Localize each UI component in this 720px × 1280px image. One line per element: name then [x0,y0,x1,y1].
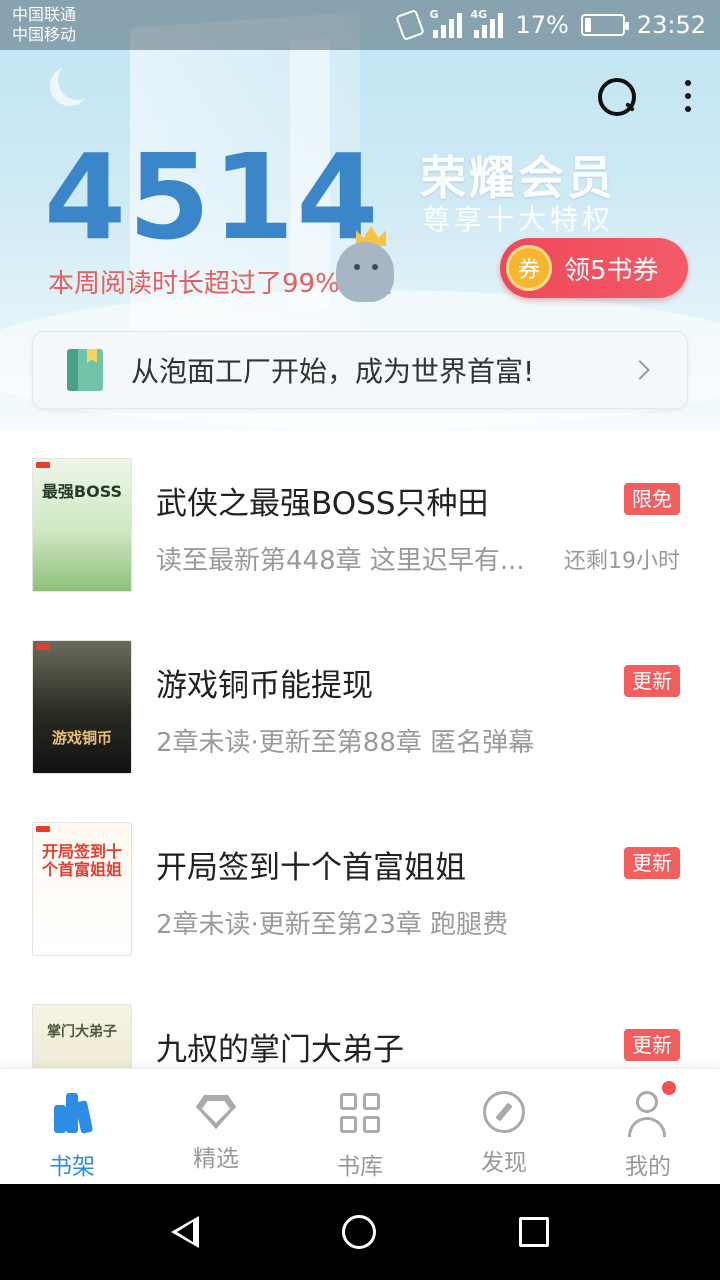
chevron-right-icon [630,360,650,380]
book-badge: 更新 [624,1029,680,1061]
vip-subtitle[interactable]: 尊享十大特权 [422,198,614,238]
bookshelf-icon [48,1089,96,1137]
book-cover-title: 游戏铜币 [51,729,112,747]
system-navigation-bar [0,1184,720,1280]
status-icons: G 4G 17% 23:52 [395,0,706,50]
nav-label-bookshelf: 书架 [49,1154,95,1180]
book-title[interactable]: 游戏铜币能提现 [156,660,373,705]
book-title[interactable]: 九叔的掌门大弟子 [156,1024,404,1068]
nav-bookshelf[interactable]: 书架 [0,1069,144,1184]
book-item[interactable]: 开局签到十个首富姐姐 开局签到十个首富姐姐 2章未读·更新至第23章 跑腿费 更… [0,804,720,986]
book-badge: 更新 [624,847,680,879]
back-icon[interactable] [171,1216,200,1248]
user-icon [624,1089,672,1137]
recommendation-text: 从泡面工厂开始，成为世界首富! [131,355,535,388]
diamond-icon [196,1095,236,1129]
nav-label-featured: 精选 [193,1146,239,1172]
claim-coupon-button[interactable]: 券 领5书券 [500,238,688,298]
header-actions [596,76,692,116]
coupon-label: 领5书券 [564,255,659,286]
book-cover-title: 掌门大弟子 [47,1024,117,1040]
book-progress: 读至最新第448章 这里迟早有... [156,546,525,576]
book-title[interactable]: 武侠之最强BOSS只种田 [156,478,488,523]
carrier-2: 中国移动 [12,25,77,44]
book-item[interactable]: 游戏铜币 游戏铜币能提现 2章未读·更新至第88章 匿名弹幕 更新 [0,622,720,804]
coupon-icon: 券 [506,245,552,291]
notification-dot [662,1081,676,1095]
book-progress: 2章未读·更新至第23章 跑腿费 [156,910,509,940]
book-badge: 更新 [624,665,680,697]
nav-label-profile: 我的 [625,1154,671,1180]
signal-icon-1: G [429,8,463,38]
recommendation-banner[interactable]: 从泡面工厂开始，成为世界首富! [32,331,688,409]
moon-decoration [58,60,98,100]
recent-apps-icon[interactable] [518,1217,549,1247]
grid-icon [336,1089,384,1137]
nav-featured[interactable]: 精选 [144,1069,288,1184]
bottom-navigation: 书架 精选 书库 发现 我的 [0,1068,720,1184]
network-type-2: 4G [470,8,488,21]
book-icon [67,349,103,391]
book-progress: 2章未读·更新至第88章 匿名弹幕 [156,728,535,758]
battery-icon [580,14,629,36]
nav-label-discover: 发现 [481,1150,527,1176]
book-time-remaining: 还剩19小时 [564,549,680,574]
book-cover[interactable]: 开局签到十个首富姐姐 [32,822,132,956]
compass-icon [483,1091,525,1133]
nav-discover[interactable]: 发现 [432,1069,576,1184]
network-type-1: G [429,8,439,21]
book-cover[interactable]: 掌门大弟子 [32,1004,132,1068]
battery-percent: 17% [515,11,569,39]
clock: 23:52 [636,11,706,39]
mascot-illustration [330,222,400,302]
book-item[interactable]: 掌门大弟子 九叔的掌门大弟子 更新 [0,986,720,1068]
book-title[interactable]: 开局签到十个首富姐姐 [156,842,466,887]
book-cover-title: 开局签到十个首富姐姐 [41,842,122,879]
search-icon[interactable] [596,76,636,116]
carrier-1: 中国联通 [12,5,77,24]
book-cover-title: 最强BOSS [41,482,123,501]
status-bar: 中国联通 中国移动 G 4G 17% 23:52 [0,0,720,50]
vibrate-icon [395,9,426,41]
nav-library[interactable]: 书库 [288,1069,432,1184]
nav-label-library: 书库 [337,1154,383,1180]
carrier-names: 中国联通 中国移动 [12,5,76,45]
more-icon[interactable] [684,76,692,116]
home-icon[interactable] [341,1215,376,1249]
book-cover[interactable]: 最强BOSS [32,458,132,592]
book-item[interactable]: 最强BOSS 武侠之最强BOSS只种田 读至最新第448章 这里迟早有... 还… [0,440,720,622]
book-badge: 限免 [624,483,680,515]
battery-fill [584,18,591,32]
signal-icon-2: 4G [470,8,504,38]
book-cover[interactable]: 游戏铜币 [32,640,132,774]
nav-profile[interactable]: 我的 [576,1069,720,1184]
bookshelf-list: 最强BOSS 武侠之最强BOSS只种田 读至最新第448章 这里迟早有... 还… [0,440,720,1068]
